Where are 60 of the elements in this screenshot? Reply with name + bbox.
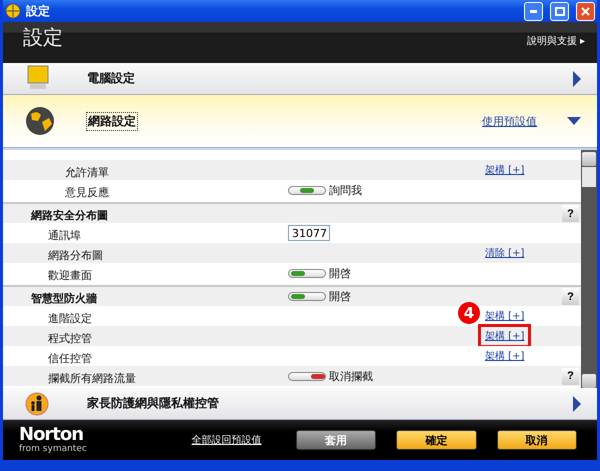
setting-label: 進階設定 <box>48 312 92 324</box>
help-button[interactable]: ? <box>562 368 579 384</box>
collapsed-arrow-icon[interactable] <box>573 396 581 412</box>
help-button[interactable]: ? <box>562 288 579 305</box>
port-field[interactable]: 31077 <box>288 225 330 241</box>
footer-button[interactable]: 確定 <box>396 430 476 450</box>
toggle-knob[interactable] <box>300 188 314 192</box>
maximize-icon <box>554 6 564 16</box>
page-title: 設定 <box>23 24 63 51</box>
setting-label: 網路分布圖 <box>48 248 103 262</box>
toggle-label: 取消攔截 <box>329 368 373 384</box>
toggle-switch[interactable] <box>288 186 326 194</box>
toggle-switch[interactable] <box>288 268 326 278</box>
category-row[interactable]: 電腦設定 <box>3 63 597 95</box>
setting-label: 通訊埠 <box>48 228 81 242</box>
close-icon <box>581 6 590 16</box>
logo-subtitle: from symantec <box>19 444 88 454</box>
footer-button[interactable]: 取消 <box>496 430 577 450</box>
use-defaults-link[interactable]: 使用預設值 <box>482 114 537 128</box>
help-button[interactable]: ? <box>562 205 579 222</box>
toggle-knob[interactable] <box>291 294 305 299</box>
setting-label: 信任控管 <box>48 352 92 364</box>
toggle-knob[interactable] <box>311 374 325 378</box>
toggle-label: 詢問我 <box>329 182 362 198</box>
toggle-switch[interactable] <box>288 372 326 380</box>
minimize-button[interactable] <box>524 2 543 20</box>
maximize-button[interactable] <box>550 2 569 20</box>
scroll-thumb[interactable] <box>582 167 596 187</box>
toggle-label: 開啓 <box>329 289 351 304</box>
configure-link[interactable]: 清除 [+] <box>478 241 532 265</box>
toggle-label: 開啓 <box>329 266 351 280</box>
category-label: 網路設定 <box>87 112 137 130</box>
close-button[interactable] <box>576 2 595 20</box>
category-row[interactable]: 網路設定 使用預設值 <box>3 95 597 148</box>
collapsed-arrow-icon[interactable] <box>573 70 581 86</box>
category-row[interactable]: 家長防護網與隱私權控管 <box>3 388 597 420</box>
logo-text: Norton <box>19 426 84 444</box>
section-title: 網路安全分布圖 <box>31 209 108 222</box>
configure-link[interactable]: 架構 [+] <box>478 158 532 182</box>
window-title: 設定 <box>26 2 51 20</box>
step-number-badge: 4 <box>458 302 480 324</box>
section-title: 智慧型防火牆 <box>31 292 97 305</box>
globe-icon <box>25 106 55 136</box>
help-support-link[interactable]: 說明與支援 ▸ <box>526 34 585 48</box>
reset-all-link[interactable]: 全部設回預設值 <box>192 433 262 447</box>
scrollbar[interactable] <box>581 150 597 388</box>
family-icon <box>25 392 49 416</box>
toggle-knob[interactable] <box>291 270 305 276</box>
minimize-icon <box>530 10 537 12</box>
footer-button[interactable]: 套用 <box>296 430 376 450</box>
setting-label: 攔截所有網路流量 <box>48 372 136 384</box>
setting-label: 允許清單 <box>65 166 109 178</box>
app-icon <box>5 3 21 19</box>
setting-label: 歡迎畫面 <box>48 268 92 282</box>
expanded-arrow-icon[interactable] <box>567 117 581 125</box>
setting-label: 意見反應 <box>65 186 109 198</box>
setting-label: 程式控管 <box>48 332 92 344</box>
toggle-switch[interactable] <box>288 292 326 301</box>
category-label: 電腦設定 <box>87 70 136 87</box>
category-label: 家長防護網與隱私權控管 <box>87 395 220 412</box>
